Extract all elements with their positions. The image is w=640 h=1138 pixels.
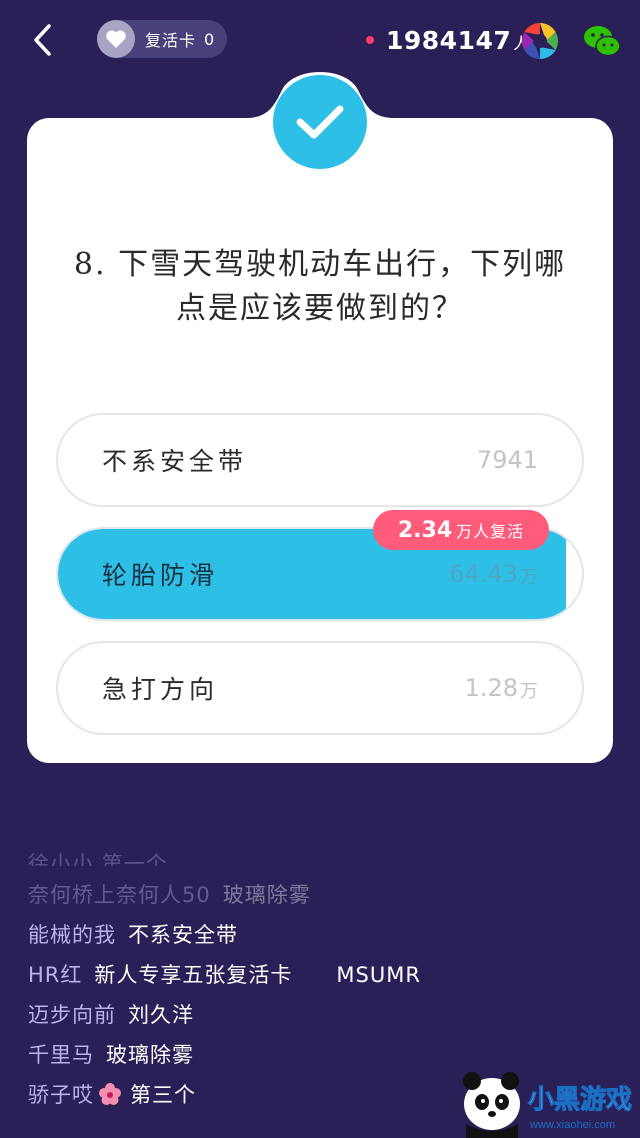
chat-user: 千里马 [28, 1043, 94, 1067]
chat-message: 千里马 玻璃除雾 [28, 1034, 194, 1074]
chat-user: 奈何桥上奈何人50 [28, 883, 211, 907]
chat-message: 迈步向前 刘久洋 [28, 994, 194, 1034]
revive-card-pill[interactable]: 复活卡 0 [97, 20, 227, 58]
option-count-unit: 万 [520, 681, 538, 702]
watermark-logo: 小黑游戏 www.xiaohei.com [463, 1072, 633, 1138]
chat-message: 骄子哎 第三个 [28, 1074, 196, 1114]
camera-lens-icon[interactable] [520, 21, 560, 61]
heart-icon [97, 20, 135, 58]
chat-text: 玻璃除雾 [222, 883, 311, 907]
chat-message: 奈何桥上奈何人50 玻璃除雾 [28, 874, 311, 914]
option-count-unit: 万 [520, 567, 538, 588]
correct-check-icon [273, 75, 367, 169]
revive-card-label: 复活卡 [145, 31, 197, 50]
chat-text: 第三个 [130, 1083, 196, 1107]
online-count: 1984147 人 [366, 24, 529, 56]
revive-badge-unit: 万人复活 [456, 522, 525, 541]
chat-message: HR红 新人专享五张复活卡 MSUMR [28, 954, 421, 994]
chat-user: HR红 [28, 963, 83, 987]
answer-option-1[interactable]: 不系安全带 7941 [56, 413, 584, 507]
chat-user: 迈步向前 [28, 1003, 116, 1027]
live-dot-icon [366, 36, 374, 44]
option-count: 1.28 万 [465, 643, 538, 733]
chat-text: 刘久洋 [128, 1003, 194, 1027]
flower-emoji-icon [99, 1083, 121, 1105]
option-count-value: 7941 [476, 446, 538, 474]
chat-text: 新人专享五张复活卡 MSUMR [94, 963, 421, 987]
svg-text:www.xiaohei.com: www.xiaohei.com [529, 1119, 615, 1131]
chat-user: 能械的我 [28, 923, 116, 947]
option-label: 急打方向 [102, 675, 219, 704]
option-label: 轮胎防滑 [102, 561, 219, 590]
revive-badge-value: 2.34 [397, 517, 453, 543]
chat-message: 能械的我 不系安全带 [28, 914, 238, 954]
option-count-value: 1.28 [464, 674, 518, 702]
option-label: 不系安全带 [102, 447, 248, 476]
question-text: 8. 下雪天驾驶机动车出行，下列哪点是应该要做到的？ [73, 247, 567, 326]
back-button[interactable] [24, 22, 60, 58]
chat-user: 骄子哎 [28, 1083, 94, 1107]
svg-text:小黑游戏: 小黑游戏 [528, 1084, 632, 1114]
revive-card-count: 0 [204, 29, 215, 49]
chat-text: 不系安全带 [128, 923, 238, 947]
chevron-left-icon [34, 24, 51, 56]
answer-option-3[interactable]: 急打方向 1.28 万 [56, 641, 584, 735]
chat-message-partial: 徐小小 第一个 [28, 852, 168, 866]
online-count-number: 1984147 [386, 25, 512, 55]
revive-badge: 2.34 万人复活 [373, 510, 549, 550]
chat-text: 玻璃除雾 [106, 1043, 194, 1067]
option-count: 7941 [477, 415, 538, 505]
option-count-value: 64.43 [449, 560, 518, 588]
wechat-icon[interactable] [582, 21, 622, 61]
